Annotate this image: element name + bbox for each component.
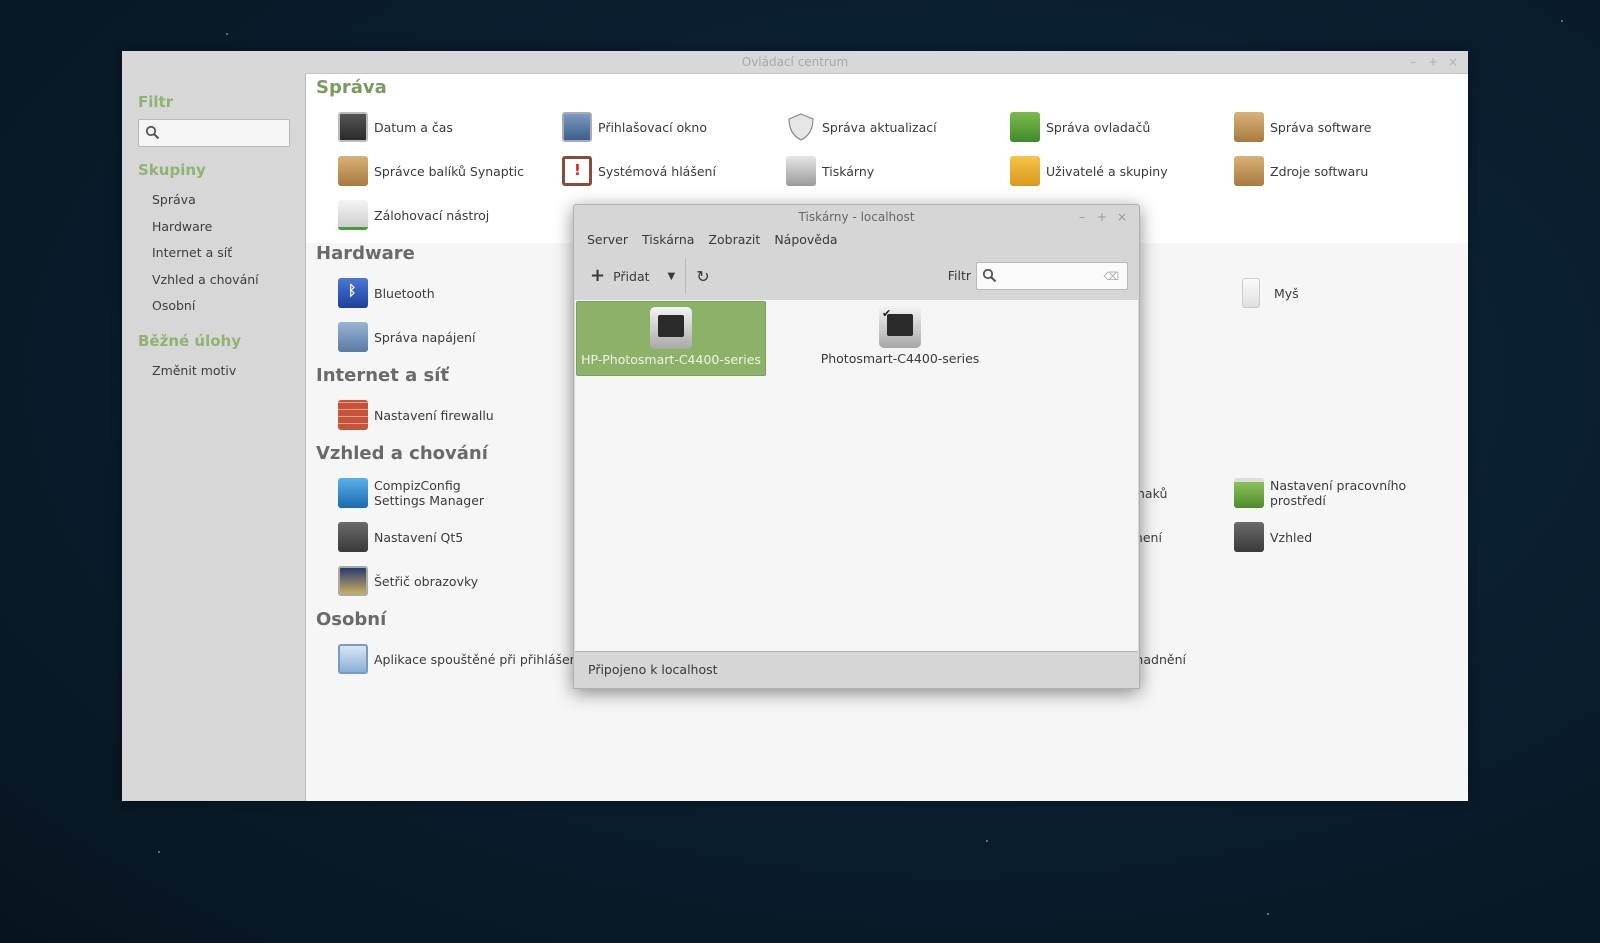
add-printer-button[interactable]: + Přidat bbox=[584, 265, 656, 288]
item-tiskarny[interactable]: Tiskárny bbox=[786, 156, 1001, 186]
printer-list: HP-Photosmart-C4400-series ✔ Photosmart-… bbox=[575, 300, 1138, 655]
menu-napoveda[interactable]: Nápověda bbox=[767, 229, 844, 253]
default-printer-icon: ✔ bbox=[879, 306, 921, 348]
filter-label: Filtr bbox=[947, 268, 971, 283]
star bbox=[986, 840, 988, 842]
star bbox=[158, 851, 160, 853]
item-setric-obrazovky[interactable]: Šetřič obrazovky bbox=[338, 566, 553, 596]
printer-item[interactable]: ✔ Photosmart-C4400-series bbox=[795, 301, 1005, 376]
minimize-button[interactable]: – bbox=[1408, 51, 1418, 73]
desktop-settings-icon bbox=[1234, 478, 1264, 508]
tasks-heading: Běžné úlohy bbox=[138, 331, 241, 350]
menu-tiskarna[interactable]: Tiskárna bbox=[635, 229, 701, 253]
dialog-title: Tiskárny - localhost bbox=[798, 210, 915, 224]
search-icon bbox=[145, 125, 160, 140]
backup-clock-icon bbox=[338, 200, 368, 230]
software-sources-icon bbox=[1234, 156, 1264, 186]
window-title: Ovládací centrum bbox=[741, 55, 849, 69]
login-window-icon bbox=[562, 112, 592, 142]
close-button[interactable]: × bbox=[1448, 51, 1458, 73]
section-title-internet: Internet a síť bbox=[316, 365, 449, 386]
toolbar: + Přidat ▼ ↻ Filtr ⌫ bbox=[574, 253, 1139, 299]
software-package-icon bbox=[1234, 112, 1264, 142]
alert-report-icon: ! bbox=[562, 156, 592, 186]
item-nastaveni-qt5[interactable]: Nastavení Qt5 bbox=[338, 522, 553, 552]
clock-icon bbox=[338, 112, 368, 142]
filter-heading: Filtr bbox=[138, 93, 174, 111]
search-icon bbox=[982, 268, 997, 283]
startup-apps-icon bbox=[338, 644, 368, 674]
printer-icon bbox=[650, 307, 692, 349]
minimize-button[interactable]: – bbox=[1077, 205, 1087, 229]
section-title-hardware: Hardware bbox=[316, 243, 415, 264]
menu-zobrazit[interactable]: Zobrazit bbox=[701, 229, 767, 253]
item-uzivatele-skupiny[interactable]: Uživatelé a skupiny bbox=[1010, 156, 1225, 186]
plus-icon: + bbox=[590, 265, 606, 286]
groups-heading: Skupiny bbox=[138, 161, 206, 179]
item-sprava-napajeni[interactable]: Správa napájení bbox=[338, 322, 553, 352]
menubar: Server Tiskárna Zobrazit Nápověda bbox=[574, 229, 1139, 253]
item-bluetooth[interactable]: ᛒ Bluetooth bbox=[338, 278, 553, 308]
item-vzhled[interactable]: Vzhled bbox=[1234, 522, 1449, 552]
item-firewall[interactable]: Nastavení firewallu bbox=[338, 400, 553, 430]
appearance-suit-icon bbox=[1234, 522, 1264, 552]
sidebar-item-vzhled[interactable]: Vzhled a chování bbox=[138, 267, 288, 294]
section-title-sprava: Správa bbox=[316, 77, 387, 98]
qt-suit-icon bbox=[338, 522, 368, 552]
shield-icon bbox=[788, 113, 814, 141]
printer-icon bbox=[786, 156, 816, 186]
clear-text-icon[interactable]: ⌫ bbox=[1103, 270, 1119, 283]
maximize-button[interactable]: + bbox=[1097, 205, 1107, 229]
bluetooth-icon: ᛒ bbox=[338, 278, 368, 308]
star bbox=[1267, 913, 1269, 915]
star bbox=[226, 33, 228, 35]
filter-search-input[interactable] bbox=[138, 119, 290, 147]
sidebar: Filtr Skupiny Správa Hardware Internet a… bbox=[122, 73, 304, 801]
maximize-button[interactable]: + bbox=[1428, 51, 1438, 73]
item-sprava-ovladacu[interactable]: Správa ovladačů bbox=[1010, 112, 1225, 142]
item-sprava-software[interactable]: Správa software bbox=[1234, 112, 1449, 142]
sidebar-task-change-theme[interactable]: Změnit motiv bbox=[138, 358, 288, 385]
package-icon bbox=[338, 156, 368, 186]
item-sprava-aktualizaci[interactable]: Správa aktualizací bbox=[786, 112, 1001, 142]
firewall-icon bbox=[338, 400, 368, 430]
users-icon bbox=[1010, 156, 1040, 186]
printers-dialog: Tiskárny - localhost – + × Server Tiskár… bbox=[573, 204, 1140, 689]
menu-server[interactable]: Server bbox=[580, 229, 635, 253]
add-dropdown-arrow-icon[interactable]: ▼ bbox=[668, 271, 676, 282]
section-title-vzhled: Vzhled a chování bbox=[316, 443, 488, 464]
sidebar-item-hardware[interactable]: Hardware bbox=[138, 214, 288, 241]
screensaver-icon bbox=[338, 566, 368, 596]
sidebar-item-internet[interactable]: Internet a síť bbox=[138, 240, 288, 267]
item-mys[interactable]: Myš bbox=[1242, 278, 1457, 308]
printer-filter-input[interactable]: ⌫ bbox=[976, 262, 1128, 290]
compiz-cursor-icon bbox=[338, 478, 368, 508]
item-datum-cas[interactable]: Datum a čas bbox=[338, 112, 553, 142]
close-button[interactable]: × bbox=[1117, 205, 1127, 229]
power-battery-icon bbox=[338, 322, 368, 352]
control-center-titlebar[interactable]: Ovládací centrum – + × bbox=[122, 51, 1468, 73]
star bbox=[1561, 20, 1563, 22]
sidebar-item-sprava[interactable]: Správa bbox=[138, 187, 288, 214]
section-title-osobni: Osobní bbox=[316, 609, 387, 630]
sidebar-item-osobni[interactable]: Osobní bbox=[138, 293, 288, 320]
item-nastaveni-pracovniho-prostredi[interactable]: Nastavení pracovního prostředí bbox=[1234, 478, 1449, 508]
driver-board-icon bbox=[1010, 112, 1040, 142]
item-zdroje-softwaru[interactable]: Zdroje softwaru bbox=[1234, 156, 1449, 186]
item-prihlasovaci-okno[interactable]: Přihlašovací okno bbox=[562, 112, 777, 142]
item-zalohovaci-nastroj[interactable]: Zálohovací nástroj bbox=[338, 200, 553, 230]
toolbar-separator bbox=[685, 258, 687, 294]
item-compizconfig[interactable]: CompizConfig Settings Manager bbox=[338, 478, 553, 508]
printer-item[interactable]: HP-Photosmart-C4400-series bbox=[576, 301, 766, 376]
mouse-icon bbox=[1242, 278, 1260, 308]
printers-titlebar[interactable]: Tiskárny - localhost – + × bbox=[574, 205, 1139, 229]
item-aplikace-spoustene[interactable]: Aplikace spouštěné při přihlášení bbox=[338, 644, 581, 674]
refresh-icon[interactable]: ↻ bbox=[696, 267, 709, 286]
item-synaptic[interactable]: Správce balíků Synaptic bbox=[338, 156, 553, 186]
status-bar: Připojeno k localhost bbox=[575, 651, 1138, 687]
item-systemova-hlaseni[interactable]: ! Systémová hlášení bbox=[562, 156, 777, 186]
checkmark-icon: ✔ bbox=[882, 307, 892, 320]
